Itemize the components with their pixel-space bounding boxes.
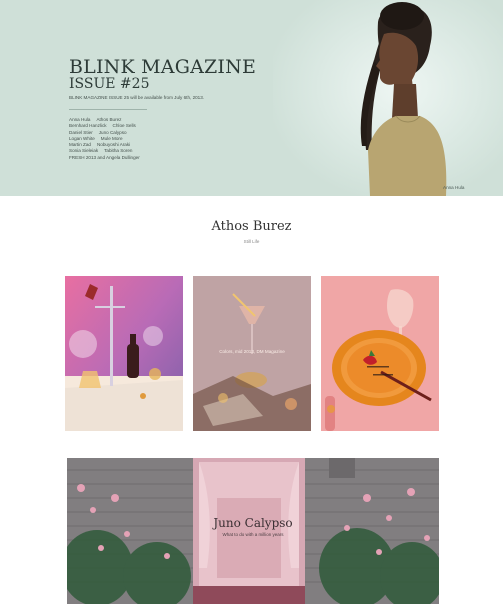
contributor-link[interactable]: Sonia Sieleiak: [69, 148, 98, 153]
feature-image-window: [67, 458, 439, 604]
feature-title: Juno Calypso: [213, 516, 293, 530]
gallery-card[interactable]: [65, 276, 183, 431]
section-subtitle: Still Life: [243, 239, 260, 244]
photo-credit: Anna Hula: [443, 185, 465, 190]
hero-banner: BLINK MAGAZINE ISSUE #25 BLINK MAGAZINE …: [0, 0, 503, 196]
gallery-card[interactable]: Colors, mid 2013, DM Magazine: [193, 276, 311, 431]
contributor-link[interactable]: Chloe Sells: [113, 123, 136, 128]
gallery-image-glassware: [65, 276, 183, 431]
contributor-link[interactable]: Anna Hula: [69, 117, 90, 122]
magazine-title: BLINK MAGAZINE: [69, 56, 257, 78]
section-title[interactable]: Athos Burez: [0, 219, 503, 234]
card-caption: Colors, mid 2013, DM Magazine: [219, 349, 285, 354]
feature-subtitle: What to do with a million years: [222, 532, 284, 537]
contributor-link[interactable]: FRESH 2013 and Angela Dullinger: [69, 155, 140, 160]
contributor-link[interactable]: Martin Zad: [69, 142, 91, 147]
contributor-link[interactable]: Mule More: [101, 136, 123, 141]
issue-number: ISSUE #25: [69, 76, 150, 92]
gallery-image-plate: [321, 276, 439, 431]
contributor-row: FRESH 2013 and Angela Dullinger: [69, 155, 140, 161]
contributor-link[interactable]: Tabitha Soren: [104, 148, 132, 153]
contributor-link[interactable]: Nobuyoshi Araki: [97, 142, 130, 147]
contributor-link[interactable]: Daniel Stier: [69, 130, 93, 135]
contributor-link[interactable]: Bernhard Hanzlick: [69, 123, 107, 128]
availability-text: BLINK MAGAZINE ISSUE 25 will be availabl…: [69, 95, 205, 100]
divider: [69, 109, 147, 110]
contributor-link[interactable]: Logan White: [69, 136, 95, 141]
contributor-list: Anna Hula Athos Burez Bernhard Hanzlick Ch…: [69, 117, 140, 161]
portrait-image: [360, 2, 447, 196]
feature-banner[interactable]: Juno Calypso What to do with a million y…: [67, 458, 439, 604]
contributor-link[interactable]: Juno Calypso: [99, 130, 127, 135]
gallery-card[interactable]: [321, 276, 439, 431]
contributor-link[interactable]: Athos Burez: [96, 117, 121, 122]
